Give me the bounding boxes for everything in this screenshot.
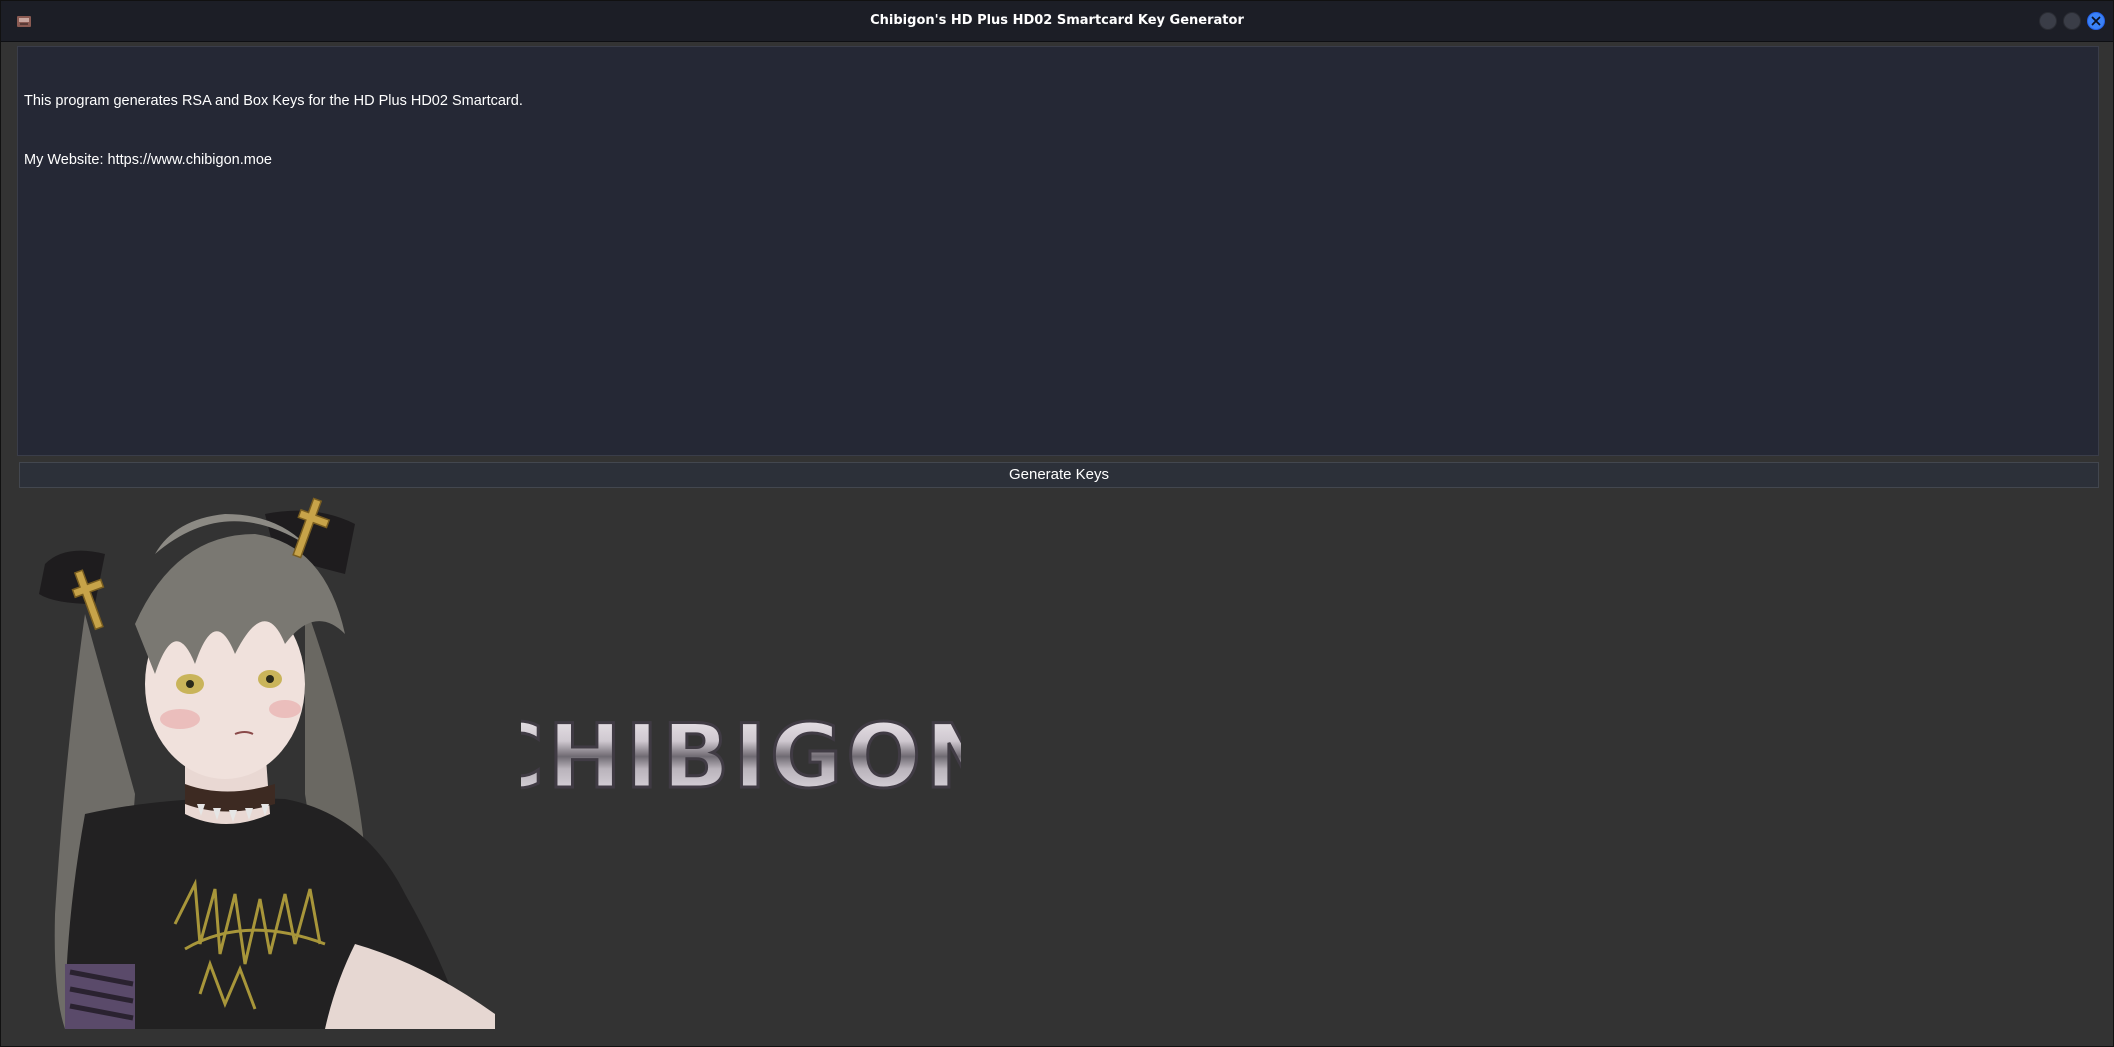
close-icon xyxy=(2091,16,2101,26)
chibigon-logo: CHIBIGON xyxy=(521,709,961,799)
output-line-1: This program generates RSA and Box Keys … xyxy=(24,93,523,109)
title-bar[interactable]: Chibigon's HD Plus HD02 Smartcard Key Ge… xyxy=(1,1,2113,42)
close-button[interactable] xyxy=(2087,12,2105,30)
logo-text: CHIBIGON xyxy=(521,709,961,799)
app-window: Chibigon's HD Plus HD02 Smartcard Key Ge… xyxy=(0,0,2114,1047)
output-textarea[interactable]: This program generates RSA and Box Keys … xyxy=(17,46,2099,456)
generate-keys-button[interactable]: Generate Keys xyxy=(19,462,2099,488)
output-line-2: My Website: https://www.chibigon.moe xyxy=(24,151,272,168)
banner-image: CHIBIGON xyxy=(17,494,2099,1029)
window-controls xyxy=(2039,12,2105,30)
window-title: Chibigon's HD Plus HD02 Smartcard Key Ge… xyxy=(870,13,1244,28)
character-illustration xyxy=(39,497,495,1029)
maximize-button[interactable] xyxy=(2063,12,2081,30)
minimize-button[interactable] xyxy=(2039,12,2057,30)
